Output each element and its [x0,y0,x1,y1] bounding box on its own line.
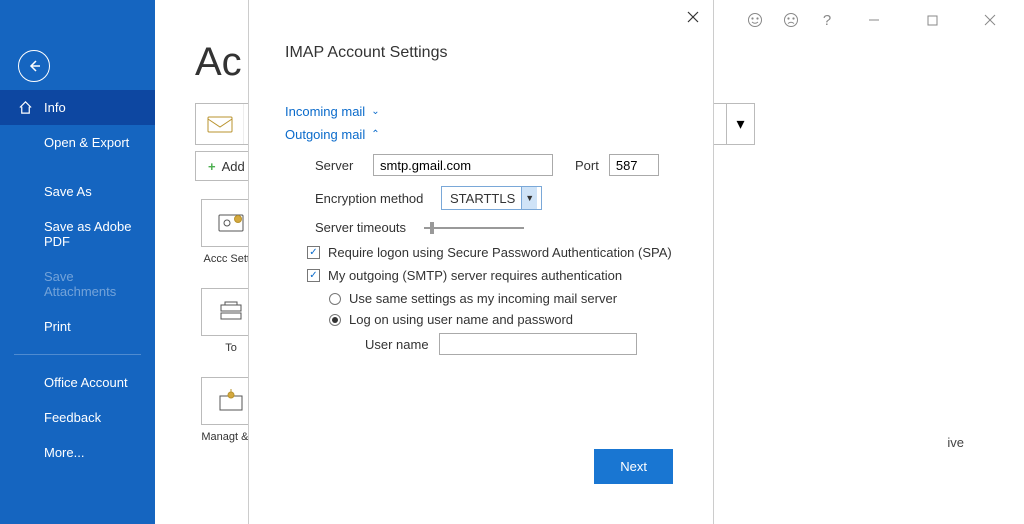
username-input[interactable] [439,333,637,355]
sidebar-item-save-as[interactable]: Save As [0,174,155,209]
sidebar-item-open-export[interactable]: Open & Export [0,125,155,160]
encryption-value: STARTTLS [450,191,515,206]
use-same-settings-radio[interactable] [329,293,341,305]
sidebar-item-label: Save Attachments [44,269,116,299]
port-input[interactable] [609,154,659,176]
account-dropdown-arrow[interactable]: ▾ [726,104,754,144]
sidebar-item-label: Open & Export [44,135,129,150]
encryption-dropdown[interactable]: STARTTLS ▼ [441,186,542,210]
timeouts-label: Server timeouts [315,220,406,235]
sidebar-item-label: Save as Adobe PDF [44,219,131,249]
chevron-down-icon: ⌄ [371,106,379,117]
sidebar-item-more[interactable]: More... [0,435,155,470]
dialog-title: IMAP Account Settings [285,44,677,62]
sidebar-item-label: Feedback [44,410,101,425]
sidebar-item-label: Save As [44,184,92,199]
sidebar-item-save-attachments: Save Attachments [0,259,155,309]
radio-label: Use same settings as my incoming mail se… [349,291,617,306]
radio-label: Log on using user name and password [349,312,573,327]
add-account-label: Add [222,159,245,174]
timeout-slider[interactable] [424,227,524,229]
imap-settings-dialog: IMAP Account Settings Incoming mail ⌄ Ou… [248,0,714,524]
server-label: Server [315,158,363,173]
sidebar-item-print[interactable]: Print [0,309,155,344]
backstage-sidebar: Info Open & Export Save As Save as Adobe… [0,0,155,524]
next-button[interactable]: Next [594,449,673,484]
sidebar-item-label: More... [44,445,84,460]
smtp-auth-checkbox[interactable] [307,269,320,282]
back-button[interactable] [18,50,50,82]
trailing-text: ive [947,435,964,450]
section-label: Incoming mail [285,104,365,119]
section-label: Outgoing mail [285,127,365,142]
spa-checkbox[interactable] [307,246,320,259]
spa-label: Require logon using Secure Password Auth… [328,245,672,260]
chevron-up-icon: ⌃ [371,129,379,140]
chevron-down-icon: ▼ [521,187,537,209]
sidebar-divider [14,354,141,355]
incoming-mail-section[interactable]: Incoming mail ⌄ [285,104,380,119]
logon-username-radio[interactable] [329,314,341,326]
server-input[interactable] [373,154,553,176]
sidebar-item-label: Print [44,319,71,334]
dialog-subtitle [285,66,677,90]
sidebar-item-info[interactable]: Info [0,90,155,125]
sidebar-item-label: Office Account [44,375,128,390]
sidebar-item-save-adobe-pdf[interactable]: Save as Adobe PDF [0,209,155,259]
plus-icon: + [208,159,216,174]
sidebar-item-office-account[interactable]: Office Account [0,365,155,400]
port-label: Port [575,158,599,173]
smtp-auth-label: My outgoing (SMTP) server requires authe… [328,268,622,283]
home-icon [18,100,33,118]
sidebar-item-label: Info [44,100,66,115]
mail-account-icon [196,104,244,144]
encryption-label: Encryption method [315,191,431,206]
close-icon[interactable] [687,10,699,26]
slider-thumb[interactable] [430,222,434,234]
outgoing-mail-section[interactable]: Outgoing mail ⌃ [285,127,380,142]
sidebar-item-feedback[interactable]: Feedback [0,400,155,435]
username-label: User name [365,337,429,352]
outgoing-mail-body: Server Port Encryption method STARTTLS ▼… [285,144,677,355]
